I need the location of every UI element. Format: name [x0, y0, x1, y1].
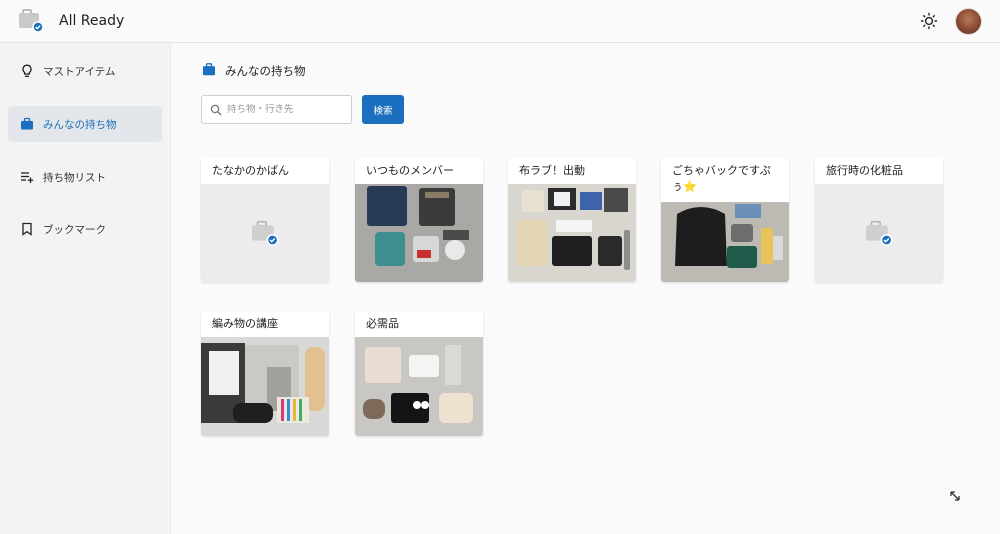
card-title: たなかのかばん: [212, 164, 289, 177]
sidebar-item-label: マストアイテム: [43, 65, 116, 78]
card-title: 編み物の講座: [212, 317, 278, 330]
sidebar-item-label: みんなの持ち物: [43, 118, 117, 131]
item-card[interactable]: 旅行時の化粧品: [815, 158, 943, 282]
bag-placeholder-icon: [252, 220, 279, 246]
resize-handle-icon[interactable]: [949, 490, 961, 502]
item-card[interactable]: 編み物の講座: [201, 311, 329, 436]
lightbulb-icon: [22, 64, 32, 77]
search-button[interactable]: 検索: [362, 95, 404, 124]
app-title[interactable]: All Ready: [59, 13, 124, 29]
sun-icon[interactable]: [920, 12, 938, 30]
card-photo: [201, 337, 329, 436]
sidebar-item-must-items[interactable]: マストアイテム: [8, 53, 162, 89]
item-card[interactable]: ごちゃバックですぷぅ⭐: [661, 158, 789, 282]
card-title: 旅行時の化粧品: [826, 164, 903, 177]
card-thumbnail: [815, 184, 943, 282]
item-card[interactable]: 必需品: [355, 311, 483, 436]
bookmark-icon: [22, 222, 32, 236]
bag-placeholder-icon: [866, 220, 893, 246]
item-card[interactable]: 布ラブ！出動: [508, 158, 636, 282]
user-avatar[interactable]: [955, 8, 982, 35]
item-card[interactable]: たなかのかばん: [201, 158, 329, 282]
card-title: ごちゃバックですぷぅ⭐: [672, 164, 771, 193]
app-logo-icon[interactable]: [18, 9, 44, 33]
sidebar-item-item-list[interactable]: 持ち物リスト: [8, 159, 162, 195]
sidebar-item-label: 持ち物リスト: [43, 171, 106, 184]
card-photo: [355, 184, 483, 282]
search-icon: [210, 104, 222, 115]
card-title: 必需品: [366, 317, 399, 330]
sidebar: マストアイテム みんなの持ち物 持ち物リスト ブックマーク: [0, 43, 171, 534]
item-card[interactable]: いつものメンバー: [355, 158, 483, 282]
briefcase-icon: [21, 117, 33, 130]
card-title: 布ラブ！出動: [519, 164, 585, 177]
card-photo: [661, 202, 789, 282]
card-thumbnail: [201, 184, 329, 282]
card-photo: [355, 337, 483, 436]
search-field[interactable]: [201, 95, 352, 124]
playlist-add-icon: [21, 172, 34, 183]
page-title: みんなの持ち物: [225, 64, 306, 78]
sidebar-item-bookmarks[interactable]: ブックマーク: [8, 211, 162, 247]
card-title: いつものメンバー: [366, 164, 454, 177]
app-header: All Ready: [0, 0, 1000, 43]
briefcase-icon: [203, 63, 215, 76]
sidebar-item-label: ブックマーク: [43, 223, 106, 236]
search-input[interactable]: [227, 104, 347, 115]
sidebar-item-everyones-items[interactable]: みんなの持ち物: [8, 106, 162, 142]
card-photo: [508, 184, 636, 282]
